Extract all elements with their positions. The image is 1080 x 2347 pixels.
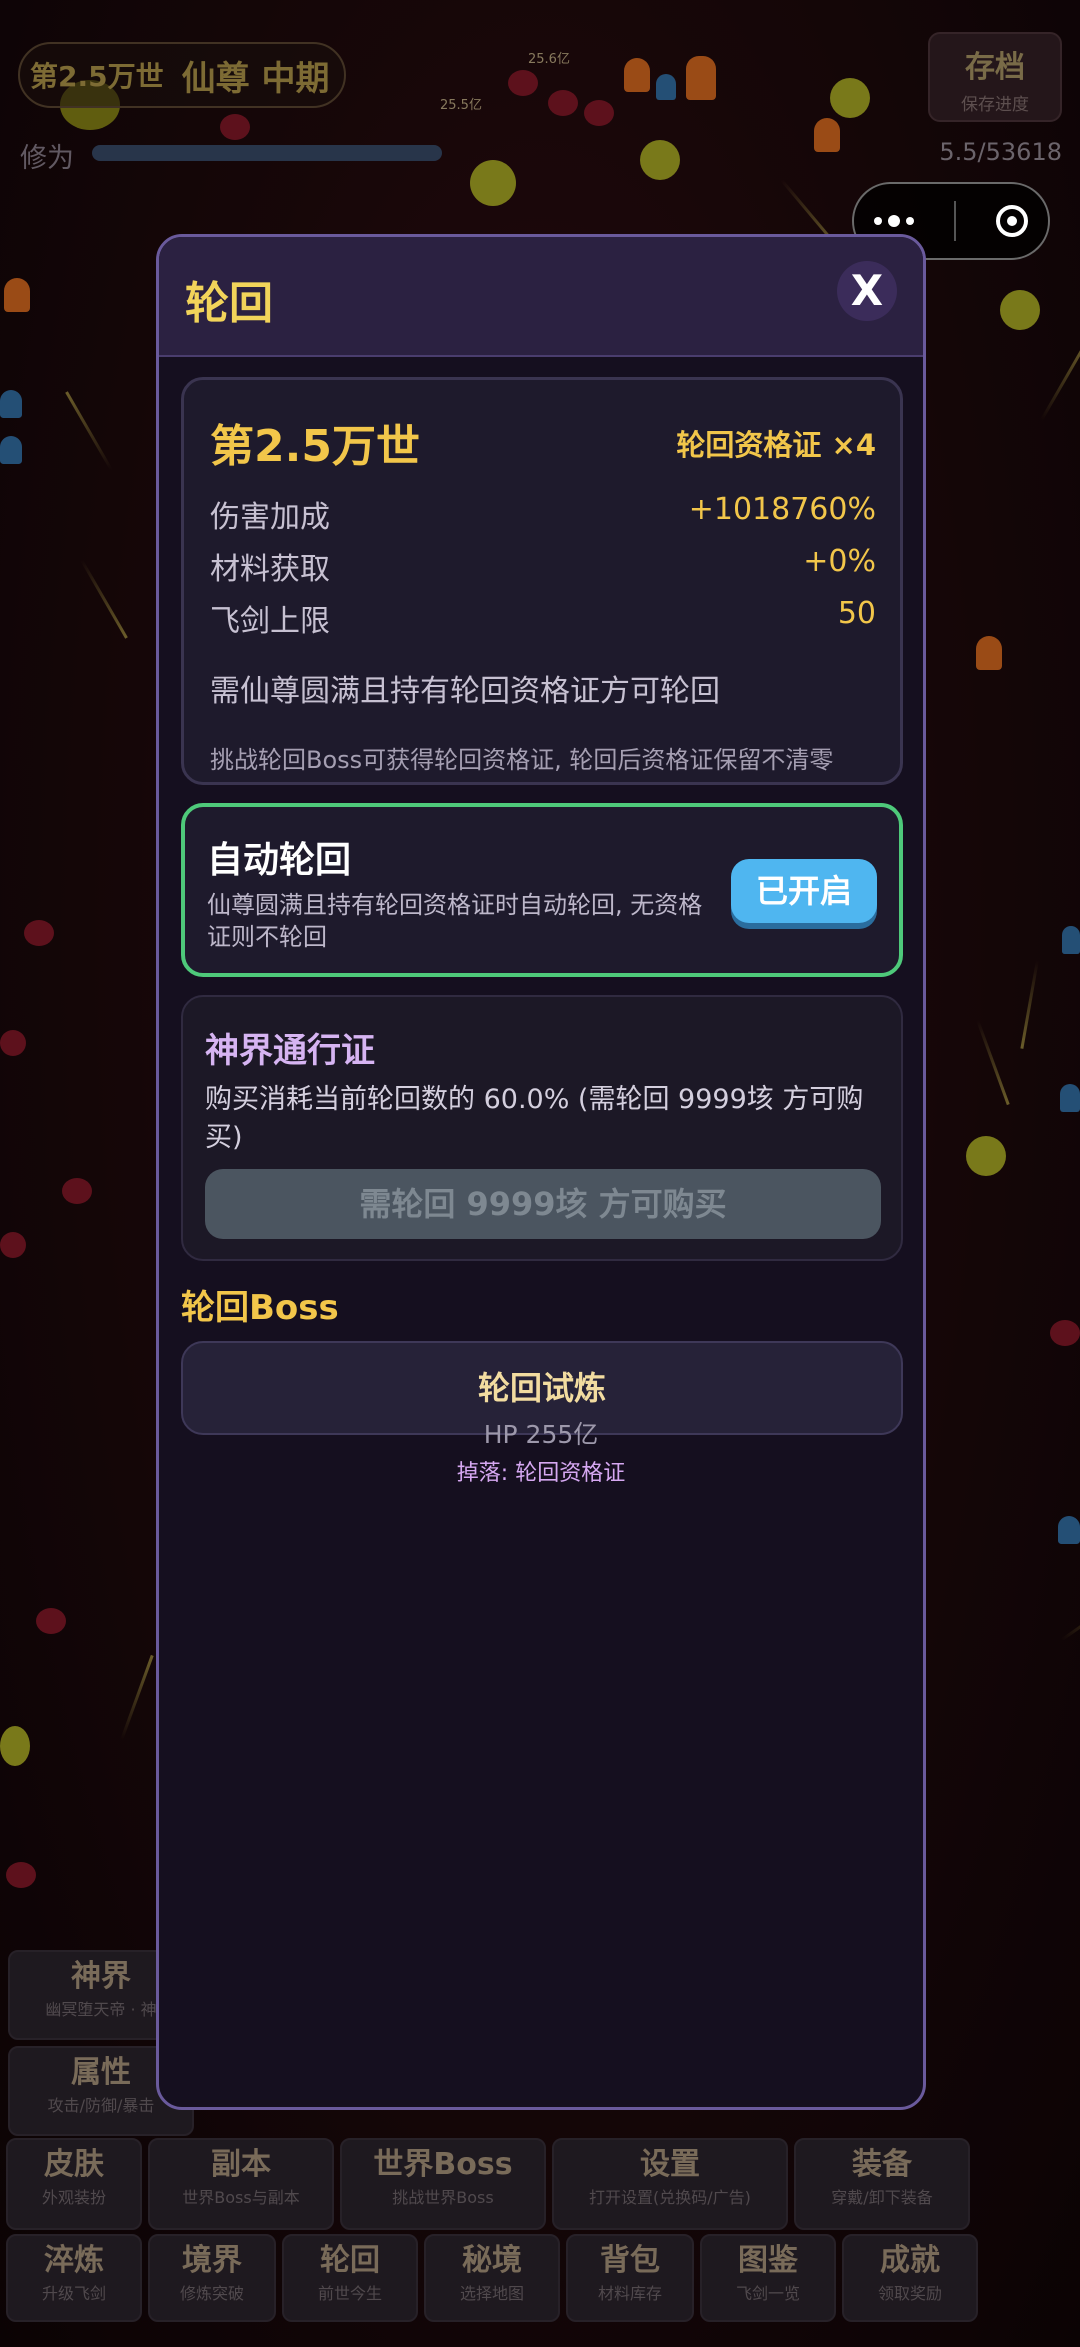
boss-section-heading: 轮回Boss (181, 1288, 339, 1328)
era-title: 第2.5万世 (210, 421, 420, 472)
modal-title: 轮回 (185, 278, 273, 329)
stat-row-materials: 材料获取 +0% (210, 544, 876, 588)
certificate-count: 轮回资格证 ×4 (676, 428, 876, 462)
stat-value: +1018760% (688, 492, 876, 527)
stat-key: 伤害加成 (210, 500, 330, 535)
more-icon[interactable] (874, 215, 914, 227)
close-miniprogram-icon[interactable] (996, 205, 1028, 237)
stat-row-sword-cap: 飞剑上限 50 (210, 596, 876, 640)
stat-key: 飞剑上限 (210, 604, 330, 639)
rebirth-hint: 挑战轮回Boss可获得轮回资格证, 轮回后资格证保留不清零 (210, 746, 834, 774)
auto-rebirth-desc: 仙尊圆满且持有轮回资格证时自动轮回, 无资格证则不轮回 (207, 891, 703, 951)
modal-header: 轮回 X (159, 237, 923, 357)
boss-hp: HP 255亿 (483, 1420, 599, 1449)
rebirth-info-card: 第2.5万世 轮回资格证 ×4 伤害加成 +1018760% 材料获取 +0% … (181, 377, 903, 785)
rebirth-requirement: 需仙尊圆满且持有轮回资格证方可轮回 (210, 674, 720, 709)
divine-pass-desc: 购买消耗当前轮回数的 60.0% (需轮回 9999垓 方可购买) (205, 1084, 864, 1153)
rebirth-modal: 轮回 X 第2.5万世 轮回资格证 ×4 伤害加成 +1018760% 材料获取… (156, 234, 926, 2110)
auto-rebirth-title: 自动轮回 (207, 840, 352, 881)
buy-pass-button[interactable]: 需轮回 9999垓 方可购买 (205, 1169, 881, 1239)
auto-rebirth-card: 自动轮回 仙尊圆满且持有轮回资格证时自动轮回, 无资格证则不轮回 已开启 (181, 803, 903, 977)
boss-drop: 掉落: 轮回资格证 (456, 1461, 626, 1486)
boss-name: 轮回试炼 (477, 1369, 606, 1407)
stat-value: +0% (803, 544, 876, 579)
divine-pass-title: 神界通行证 (205, 1031, 375, 1071)
stat-key: 材料获取 (210, 552, 330, 587)
stat-value: 50 (837, 596, 876, 631)
stat-row-damage: 伤害加成 +1018760% (210, 492, 876, 536)
divine-pass-card: 神界通行证 购买消耗当前轮回数的 60.0% (需轮回 9999垓 方可购买) … (181, 995, 903, 1261)
auto-rebirth-toggle[interactable]: 已开启 (731, 859, 877, 923)
capsule-divider (954, 201, 956, 241)
close-button[interactable]: X (837, 261, 897, 321)
